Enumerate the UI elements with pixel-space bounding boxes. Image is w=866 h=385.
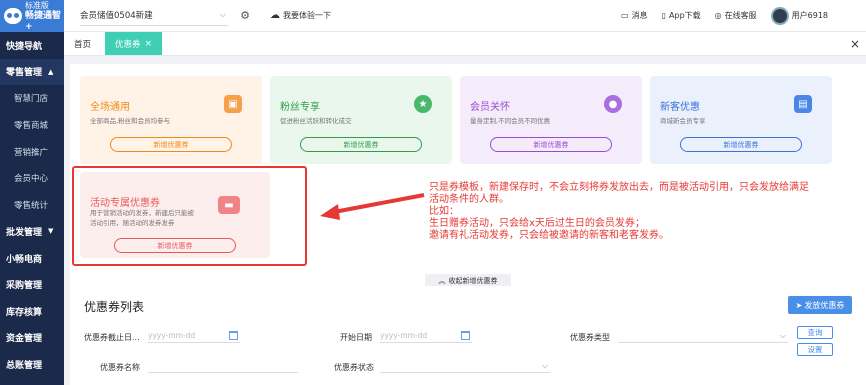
list-title: 优惠券列表 bbox=[84, 300, 145, 314]
cloud-icon: ☁ bbox=[270, 10, 280, 21]
add-coupon-button-member[interactable]: 新增优惠券 bbox=[490, 137, 612, 152]
store-select-value: 会员储值0504新建 bbox=[80, 11, 153, 21]
caret-down-icon: ▼ bbox=[48, 227, 54, 236]
arrow-icon bbox=[320, 193, 425, 220]
sidebar-item-inventory[interactable]: 库存核算 bbox=[0, 298, 64, 325]
chevron-up-icon: ︽ bbox=[438, 277, 446, 285]
annotation-note: 只是券模板，新建保存时，不会立刻将券发放出去，而是被活动引用，只会发放给满足 活… bbox=[429, 182, 809, 241]
top-bar: 会员储值0504新建 ⌵ ⚙ ☁ 我要体验一下 ▭ 消息 ▯ App下载 ◎ 在线客服… bbox=[64, 0, 866, 32]
add-coupon-button-new-customer[interactable]: 新增优惠券 bbox=[680, 137, 802, 152]
card-member-care: 会员关怀 量身定制,不同会员不同优惠 ● 新增优惠券 bbox=[460, 76, 642, 164]
highlight-box bbox=[72, 166, 307, 266]
sidebar-item-funds[interactable]: 资金管理 bbox=[0, 325, 64, 352]
tab-coupons[interactable]: 优惠券 × bbox=[105, 32, 163, 55]
close-icon[interactable]: × bbox=[145, 39, 153, 49]
settings-gear-icon[interactable]: ⚙ bbox=[238, 9, 252, 23]
card-new-customer: 新客优惠 商城新会员专享 ▤ 新增优惠券 bbox=[650, 76, 832, 164]
chevron-down-icon: ⌵ bbox=[541, 360, 548, 370]
sidebar-item-retail[interactable]: 零售管理 ▲ bbox=[0, 58, 64, 86]
chevron-down-icon: ⌵ bbox=[219, 10, 226, 19]
sidebar-item-smart-store[interactable]: 智慧门店 bbox=[0, 85, 64, 112]
send-icon: ➤ bbox=[795, 300, 803, 310]
online-service-link[interactable]: ◎ 在线客服 bbox=[715, 10, 757, 21]
sidebar-item-purchase[interactable]: 采购管理 bbox=[0, 271, 64, 298]
logo-icon bbox=[4, 8, 22, 24]
coupon-type-label: 优惠券类型 bbox=[570, 333, 610, 342]
start-date-input[interactable]: yyyy-mm-dd bbox=[380, 329, 472, 343]
sidebar: 标准版 畅捷通智+ 快捷导航 零售管理 ▲ 智慧门店 零售商城 营销推广 会员中心… bbox=[0, 0, 64, 385]
card-desc: 全部商品,粉丝和会员均参与 bbox=[90, 117, 171, 125]
experience-link[interactable]: ☁ 我要体验一下 bbox=[270, 10, 331, 21]
coupon-status-select[interactable]: ⌵ bbox=[380, 359, 550, 373]
coupon-name-input[interactable] bbox=[148, 359, 298, 373]
sidebar-item-ledger[interactable]: 总账管理 bbox=[0, 351, 64, 378]
card-fans: 粉丝专享 促进粉丝活跃和转化成交 ★ 新增优惠券 bbox=[270, 76, 452, 164]
tab-home[interactable]: 首页 bbox=[64, 32, 101, 55]
coupon-name-label: 优惠券名称 bbox=[100, 363, 140, 372]
chevron-down-icon: ⌵ bbox=[779, 330, 786, 340]
headset-icon: ◎ bbox=[714, 11, 722, 20]
card-title: 新客优惠 bbox=[660, 102, 700, 113]
card-universal: 全场通用 全部商品,粉丝和会员均参与 ▣ 新增优惠券 bbox=[80, 76, 262, 164]
card-desc: 促进粉丝活跃和转化成交 bbox=[280, 117, 352, 125]
sidebar-item-retail-mall[interactable]: 零售商城 bbox=[0, 112, 64, 139]
issue-coupon-button[interactable]: ➤ 发放优惠券 bbox=[788, 296, 852, 314]
sidebar-item-retail-stats[interactable]: 零售统计 bbox=[0, 192, 64, 219]
logo-brand: 畅捷通智+ bbox=[24, 10, 61, 32]
star-icon: ★ bbox=[414, 95, 432, 113]
app-download-link[interactable]: ▯ App下载 bbox=[662, 10, 701, 21]
card-desc: 量身定制,不同会员不同优惠 bbox=[470, 117, 551, 125]
calendar-icon bbox=[461, 331, 470, 340]
deadline-label: 优惠券截止日... bbox=[84, 333, 140, 342]
card-title: 粉丝专享 bbox=[280, 102, 320, 113]
tab-bar: 首页 优惠券 × × bbox=[64, 32, 866, 56]
card-desc: 商城新会员专享 bbox=[660, 117, 706, 125]
calendar-icon bbox=[229, 331, 238, 340]
sidebar-item-quick-nav[interactable]: 快捷导航 bbox=[0, 32, 64, 59]
app-logo[interactable]: 标准版 畅捷通智+ bbox=[0, 0, 64, 32]
sidebar-item-marketing[interactable]: 营销推广 bbox=[0, 138, 64, 165]
settings-button[interactable]: 设置 bbox=[797, 343, 833, 356]
user-menu[interactable]: 用户6918 bbox=[770, 6, 828, 25]
caret-up-icon: ▲ bbox=[48, 67, 54, 76]
sidebar-item-wholesale[interactable]: 批发管理 ▼ bbox=[0, 218, 64, 245]
card-title: 全场通用 bbox=[90, 102, 130, 113]
message-icon: ▭ bbox=[621, 11, 629, 20]
card-icon: ▤ bbox=[794, 95, 812, 113]
query-button[interactable]: 查询 bbox=[797, 326, 833, 339]
messages-link[interactable]: ▭ 消息 bbox=[621, 10, 648, 21]
coupon-icon: ▣ bbox=[224, 95, 242, 113]
store-select[interactable]: 会员储值0504新建 ⌵ bbox=[80, 6, 228, 26]
coupon-list-panel: 优惠券列表 ➤ 发放优惠券 优惠券截止日... yyyy-mm-dd 开始日期 … bbox=[70, 286, 866, 385]
phone-icon: ▯ bbox=[661, 11, 667, 20]
start-date-label: 开始日期 bbox=[340, 333, 372, 342]
coupon-type-select[interactable]: ⌵ bbox=[618, 329, 788, 343]
deadline-date-input[interactable]: yyyy-mm-dd bbox=[148, 329, 240, 343]
add-coupon-button-universal[interactable]: 新增优惠券 bbox=[110, 137, 232, 152]
sidebar-item-ecommerce[interactable]: 小畅电商 bbox=[0, 245, 64, 272]
logo-edition: 标准版 bbox=[24, 0, 49, 10]
member-icon: ● bbox=[604, 95, 622, 113]
sidebar-item-member-center[interactable]: 会员中心 bbox=[0, 165, 64, 192]
coupon-status-label: 优惠券状态 bbox=[334, 363, 374, 372]
add-coupon-button-fans[interactable]: 新增优惠券 bbox=[300, 137, 422, 152]
close-all-tabs-icon[interactable]: × bbox=[844, 32, 866, 55]
card-title: 会员关怀 bbox=[470, 102, 510, 113]
avatar bbox=[770, 6, 789, 25]
